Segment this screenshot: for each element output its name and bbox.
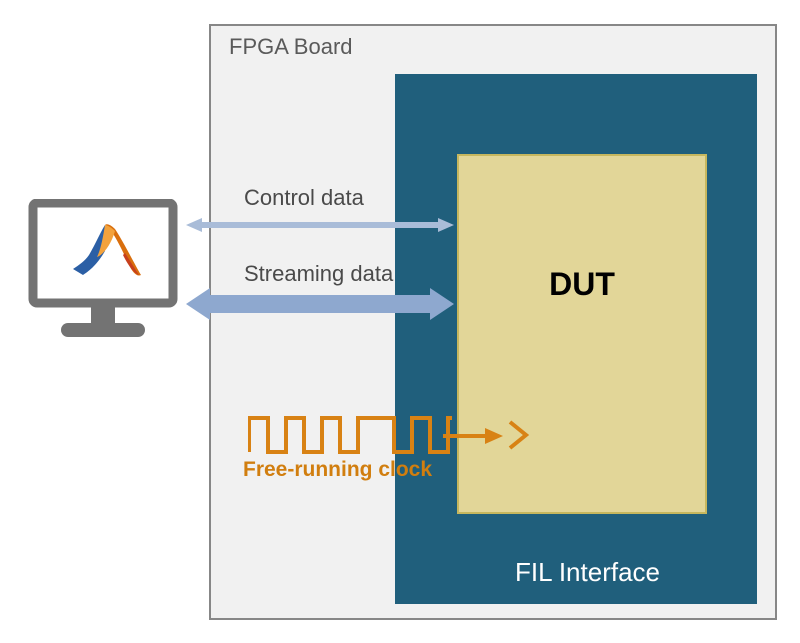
fpga-board-label: FPGA Board [229,34,353,60]
diagram-canvas: FPGA Board FIL Interface DUT [0,0,800,643]
fil-interface-label: FIL Interface [515,557,660,588]
streaming-data-arrow [186,288,454,316]
host-computer-icon [23,199,188,354]
clock-waveform-icon [248,416,452,454]
fpga-board-panel: FPGA Board FIL Interface DUT [209,24,777,620]
free-running-clock-label: Free-running clock [243,458,432,482]
streaming-data-label: Streaming data [244,261,393,287]
dut-label: DUT [549,266,615,303]
clock-input-chevron-icon [508,420,530,450]
control-data-arrow [186,218,454,230]
fil-interface-panel: FIL Interface DUT [395,74,757,604]
clock-arrow [443,426,503,446]
dut-box: DUT [457,154,707,514]
control-data-label: Control data [244,185,364,211]
